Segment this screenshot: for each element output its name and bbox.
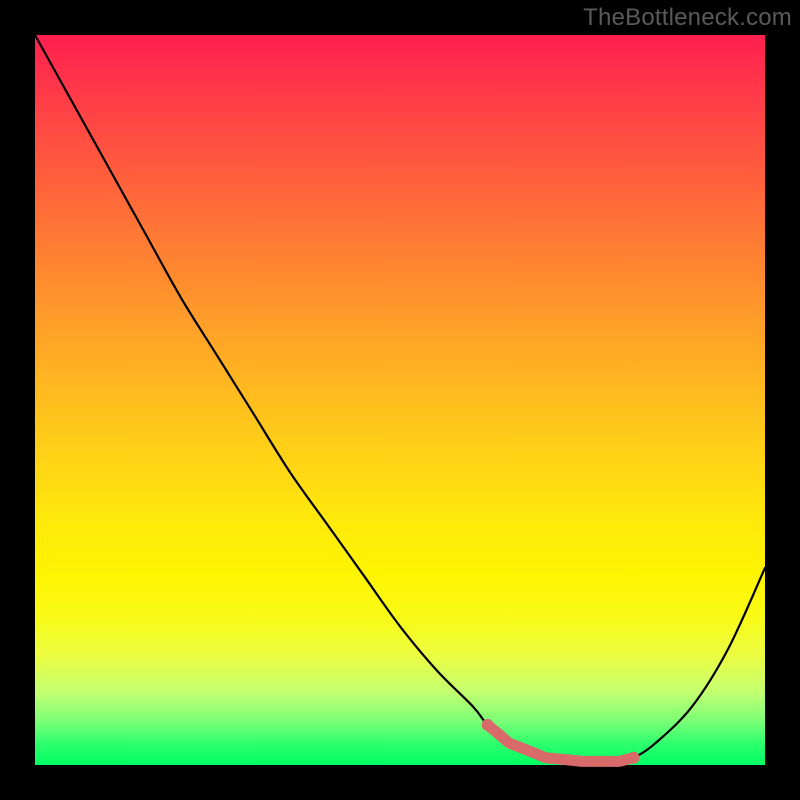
- curve-overlay: [35, 35, 765, 765]
- bottleneck-curve: [35, 35, 765, 762]
- watermark-text: TheBottleneck.com: [583, 4, 792, 32]
- optimal-range-highlight: [488, 725, 634, 762]
- highlight-end-dot: [628, 752, 640, 764]
- chart-container: TheBottleneck.com: [0, 0, 800, 800]
- highlight-start-dot: [482, 719, 494, 731]
